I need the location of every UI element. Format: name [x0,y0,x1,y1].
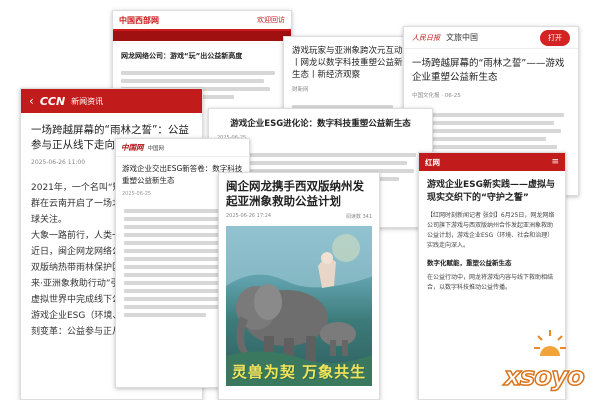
article-meta: 中国文化报 · 06-25 [412,93,461,99]
site-header: 中国网 中国网 [116,139,249,157]
article-title: 游戏玩家与亚洲象跨次元互动丨网龙以数字科技重塑公益新生态丨新经济观察 [292,46,403,80]
article-title: 闽企网龙携手西双版纳州发起亚洲象救助公益计划 [226,179,364,208]
open-app-button[interactable]: 打开 [540,29,570,46]
article-meta: 2025-06-26 17:24 阅读数 341 [226,213,372,220]
article-card-main[interactable]: 闽企网龙携手西双版纳州发起亚洲象救助公益计划 2025-06-26 17:24 … [218,172,380,400]
article-title: 一场跨越屏幕的“雨林之誓”——游戏企业重塑公益新生态 [412,58,565,83]
illustration-banner: 灵兽为契 万象共生 [231,363,367,381]
article-paragraph: 在公益行动中，网龙将游戏内容与线下救助相结合，以数字科技推动公益传播。 [427,274,554,291]
read-count: 阅读数 341 [345,214,372,220]
app-title: 新闻资讯 [71,96,104,106]
site-logo: 中国西部网 [119,15,159,25]
back-arrow-icon[interactable]: ‹ [29,94,34,108]
article-title: 游戏企业ESG进化论：数字科技重塑公益新生态 [230,119,411,129]
menu-icon[interactable]: ≡ [551,157,559,167]
app-header: ‹ CCN 新闻资讯 [21,89,202,113]
elephant-illustration: 灵兽为契 万象共生 [226,226,372,386]
app-title: 文旅中国 [446,33,478,42]
sun-logo-icon [534,330,566,356]
site-logo: 红网 [425,157,440,167]
section-heading: 数字化赋能，重塑公益新生态 [427,259,512,267]
site-header: 中国西部网 欢迎回访 [113,11,291,31]
article-paragraph: 【红网时刻新闻记者 张剑】6月25日，网龙网络公司旗下游戏与西双版纳州合作发起亚… [427,212,555,249]
site-header: 红网 ≡ [419,153,565,171]
nav-bar [113,31,291,41]
site-title: 中国网 [147,145,165,152]
site-watermark: xsoyo [503,328,596,393]
publish-time: 2025-06-26 17:24 [226,213,272,219]
app-logo: 人民日报 [412,33,440,42]
article-title: 游戏企业ESG新实践——虚拟与现实交织下的“守护之誓” [427,180,556,203]
ccn-logo: CCN [39,94,66,108]
watermark-text: xsoyo [503,361,585,393]
site-logo: 中国网 [121,143,144,152]
article-title: 网龙网络公司：游戏“玩”出公益新高度 [121,52,243,60]
article-meta: 财新网 [292,87,309,93]
app-header: 人民日报 文旅中国 打开 [404,27,578,49]
welcome-tag: 欢迎回访 [257,16,285,24]
